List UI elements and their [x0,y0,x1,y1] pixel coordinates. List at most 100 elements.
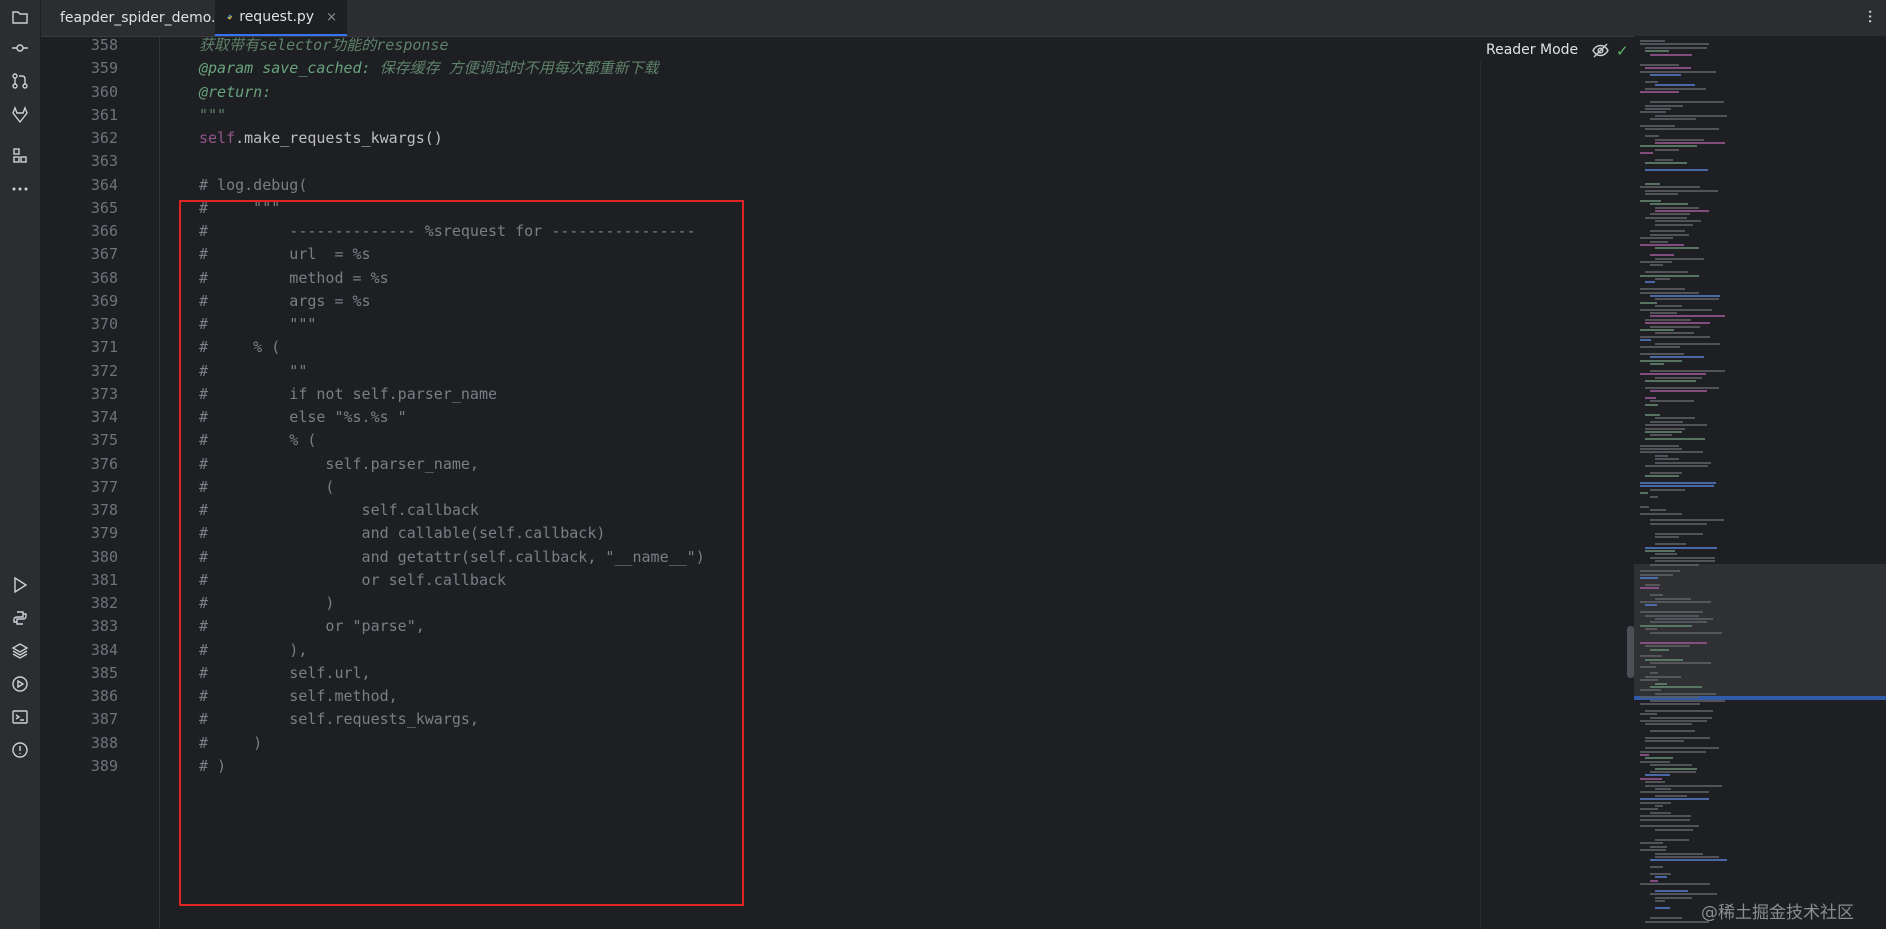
run-icon[interactable] [9,574,31,596]
pull-requests-icon[interactable] [9,70,31,92]
minimap-line [1650,866,1663,869]
more-tools-icon[interactable] [9,178,31,200]
minimap-line [1650,312,1677,314]
minimap-line [1640,689,1661,692]
minimap-line [1640,492,1648,495]
check-icon[interactable]: ✓ [1616,42,1629,60]
minimap-line [1640,760,1670,763]
minimap-line [1645,604,1657,607]
gitlab-icon[interactable] [9,104,31,126]
terminal-icon[interactable] [9,706,31,728]
minimap-line [1650,369,1725,372]
eye-slash-icon[interactable] [1592,42,1609,59]
minimap-line [1655,210,1709,212]
minimap-line [1640,750,1706,753]
code-line[interactable]: @param save_cached: 保存缓存 方便调试时不用每次都重新下载 [199,57,659,80]
minimap-line [1650,873,1671,875]
minimap-line [1650,631,1722,634]
code-token: .make_requests_kwargs() [235,129,443,147]
minimap-line [1640,798,1709,801]
code-editor[interactable]: 358 359 360 361 362 363 364 365 366 367 368 369 370 3… [41,37,1481,929]
code-token: """ [199,105,227,124]
minimap-line [1645,737,1710,739]
minimap-line [1650,400,1694,403]
minimap-line [1645,424,1707,427]
tab-request[interactable]: request.py × [215,0,347,36]
python-console-icon[interactable] [9,607,31,629]
minimap-line [1645,46,1707,49]
code-minimap[interactable] [1634,36,1886,929]
tab-feapder-spider-demo[interactable]: feapder_spider_demo.py [41,0,233,36]
minimap-line [1650,662,1711,665]
minimap-line [1640,244,1684,246]
minimap-line [1645,550,1675,552]
minimap-line [1640,352,1684,355]
minimap-line [1650,363,1664,365]
minimap-line [1650,240,1668,243]
minimap-line [1650,811,1671,814]
code-token: 保存缓存 方便调试时不用每次都重新下载 [370,59,659,78]
minimap-line [1645,465,1708,467]
code-line[interactable]: 获取带有selector功能的response [199,37,449,57]
minimap-line [1645,658,1683,661]
commit-icon[interactable] [9,37,31,59]
minimap-line [1650,716,1712,719]
minimap-line [1650,621,1707,624]
services-icon[interactable] [9,673,31,695]
minimap-line [1645,169,1708,172]
minimap-line [1650,495,1658,498]
minimap-line [1650,471,1682,474]
minimap-line [1640,713,1657,716]
minimap-line [1645,182,1660,185]
minimap-line [1645,747,1719,750]
minimap-line [1640,359,1682,362]
minimap-line [1655,342,1720,345]
minimap-line [1645,271,1688,274]
minimap-line [1645,193,1678,195]
minimap-line [1645,757,1673,760]
code-line[interactable]: # log.debug( [199,174,307,197]
minimap-line [1650,203,1688,206]
layers-icon[interactable] [9,640,31,662]
minimap-line [1640,801,1671,804]
minimap-line [1645,80,1658,83]
code-token: @return: [199,82,272,101]
minimap-line [1645,189,1718,192]
minimap-line [1655,114,1727,117]
minimap-line [1650,563,1699,566]
minimap-line [1645,104,1683,107]
minimap-line [1655,220,1701,223]
minimap-line [1655,159,1673,161]
close-icon[interactable]: × [326,10,337,25]
code-line[interactable]: """ [199,104,226,127]
code-line[interactable]: @return: [199,81,271,104]
project-icon[interactable] [9,6,31,28]
structure-icon[interactable] [9,145,31,167]
code-token: @param save_cached: [199,59,371,78]
scrollbar-thumb[interactable] [1627,626,1634,678]
minimap-line [1640,451,1703,454]
minimap-line [1645,628,1657,631]
code-line[interactable]: self.make_requests_kwargs() [199,127,443,150]
minimap-line [1645,437,1705,440]
minimap-line [1655,257,1704,260]
minimap-line [1650,672,1658,675]
minimap-line [1645,781,1665,784]
minimap-line [1640,512,1682,515]
minimap-line [1645,281,1655,284]
minimap-line [1650,845,1667,848]
minimap-line [1655,84,1695,87]
minimap-line [1650,556,1715,559]
more-options-icon[interactable]: ··· [1859,9,1880,23]
minimap-line [1640,665,1656,668]
minimap-line [1655,278,1670,280]
minimap-line [1655,332,1694,335]
minimap-line [1655,461,1711,464]
reader-mode-button[interactable]: Reader Mode [1486,42,1578,58]
minimap-line [1650,764,1692,767]
minimap-line [1645,397,1656,399]
minimap-line [1655,788,1671,790]
problems-icon[interactable] [9,739,31,761]
tab-label: request.py [239,9,315,25]
minimap-line [1645,431,1682,433]
